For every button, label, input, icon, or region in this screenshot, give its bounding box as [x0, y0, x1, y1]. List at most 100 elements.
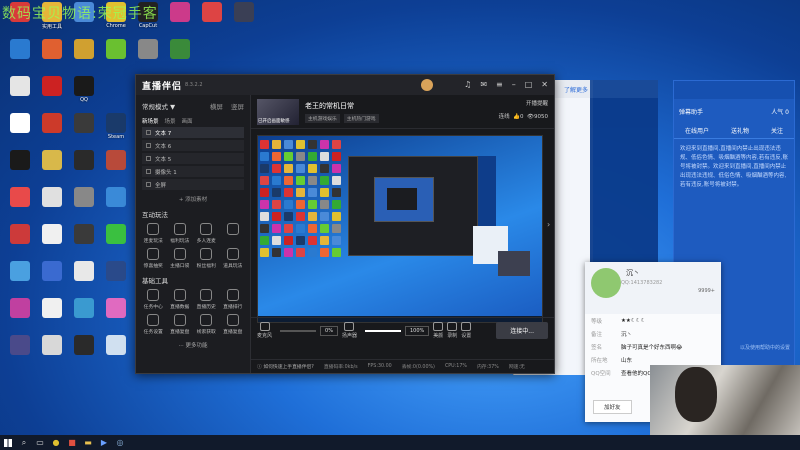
- speaker-control[interactable]: 扬声器: [342, 322, 357, 339]
- chrome-icon[interactable]: ●: [48, 435, 64, 450]
- source-checkbox[interactable]: [146, 156, 151, 161]
- start-button[interactable]: [0, 435, 16, 450]
- source-checkbox[interactable]: [146, 169, 151, 174]
- desktop-icon[interactable]: [36, 113, 68, 134]
- desktop-icon[interactable]: [36, 187, 68, 208]
- settings-button[interactable]: 设置: [461, 322, 471, 339]
- desktop-icon[interactable]: [132, 39, 164, 60]
- source-item[interactable]: 文本 5: [142, 153, 244, 164]
- tool-button[interactable]: [220, 223, 247, 244]
- tool-button[interactable]: 粉丝福利: [193, 248, 220, 269]
- desktop-icon[interactable]: [4, 76, 36, 97]
- desktop-icon[interactable]: [36, 76, 68, 97]
- tool-button[interactable]: 直播历史: [193, 289, 220, 310]
- desktop-icon[interactable]: [100, 335, 132, 356]
- tool-button[interactable]: 直播排行: [220, 289, 247, 310]
- stream-title[interactable]: 老王的常机日常: [305, 101, 379, 111]
- desktop-icon[interactable]: [100, 187, 132, 208]
- desktop-icon[interactable]: [36, 261, 68, 282]
- mail-icon[interactable]: ✉: [480, 80, 487, 89]
- desktop-icon[interactable]: [4, 39, 36, 60]
- search-icon[interactable]: ⌕: [16, 435, 32, 450]
- desktop-icon[interactable]: [36, 335, 68, 356]
- tool-button[interactable]: 道具玩法: [220, 248, 247, 269]
- source-checkbox[interactable]: [146, 130, 151, 135]
- mic-volume-value[interactable]: 0%: [320, 325, 338, 336]
- desktop-icon[interactable]: Steam: [100, 113, 132, 140]
- co-stream-label[interactable]: 连线: [499, 114, 510, 120]
- chevron-right-icon[interactable]: ›: [547, 220, 550, 229]
- desktop-icon[interactable]: [36, 224, 68, 245]
- tool-button[interactable]: 线索获取: [193, 314, 220, 335]
- desktop-icon[interactable]: [68, 224, 100, 245]
- desktop-icon[interactable]: [228, 2, 260, 23]
- user-avatar[interactable]: [421, 79, 433, 91]
- stream-preview[interactable]: [257, 135, 543, 323]
- desktop-icon[interactable]: [164, 2, 196, 23]
- tool-button[interactable]: 连麦玩法: [140, 223, 167, 244]
- mic-volume-slider[interactable]: [280, 329, 317, 332]
- desktop-icon[interactable]: [4, 261, 36, 282]
- stream-cover[interactable]: 已开启画面敏感: [257, 98, 299, 125]
- desktop-icon[interactable]: [100, 298, 132, 319]
- close-icon[interactable]: ✕: [541, 80, 548, 89]
- add-friend-button[interactable]: 加好友: [593, 400, 632, 414]
- desktop-icon[interactable]: QQ: [68, 76, 100, 103]
- desktop-icon[interactable]: [100, 150, 132, 171]
- desktop-icon[interactable]: [4, 113, 36, 134]
- tool-button[interactable]: 福利玩法: [167, 223, 194, 244]
- live-companion-icon[interactable]: ▶: [96, 435, 112, 450]
- live-companion-window[interactable]: 直播伴侣 8.3.2.2 ♫ ✉ ≡ – □ ✕ 常规模式 ▼ 横屏 竖屏 新场…: [135, 74, 555, 374]
- desktop-icon[interactable]: [4, 335, 36, 356]
- stream-tag[interactable]: 主机热门游戏: [343, 113, 379, 123]
- steam-icon[interactable]: ◎: [112, 435, 128, 450]
- portrait-toggle[interactable]: 竖屏: [231, 103, 244, 111]
- source-item[interactable]: 摄像头 1: [142, 166, 244, 177]
- desktop-icon[interactable]: [4, 150, 36, 171]
- minimize-icon[interactable]: –: [512, 80, 516, 89]
- desktop-icon[interactable]: [36, 39, 68, 60]
- speaker-volume-value[interactable]: 100%: [404, 325, 430, 336]
- landscape-toggle[interactable]: 横屏: [210, 103, 223, 111]
- desktop-icon[interactable]: [68, 335, 100, 356]
- desktop-icon[interactable]: [100, 261, 132, 282]
- live-reminder[interactable]: 开播提醒: [499, 99, 548, 107]
- tool-button[interactable]: 多人连麦: [193, 223, 220, 244]
- tab-online-users[interactable]: 在线用户: [685, 126, 709, 135]
- beauty-button[interactable]: 美颜: [433, 322, 443, 339]
- source-item[interactable]: 全屏: [142, 179, 244, 190]
- desktop-icon[interactable]: [36, 298, 68, 319]
- desktop-icon[interactable]: [4, 187, 36, 208]
- tab-gifts[interactable]: 送礼物: [731, 126, 749, 135]
- tool-button[interactable]: 惊喜抽奖: [140, 248, 167, 269]
- tab-new-scene[interactable]: 新场景: [142, 117, 159, 125]
- tool-button[interactable]: 直播复盘: [167, 314, 194, 335]
- source-checkbox[interactable]: [146, 143, 151, 148]
- source-item[interactable]: 文本 6: [142, 140, 244, 151]
- desktop-icon[interactable]: [100, 224, 132, 245]
- tool-button[interactable]: 直播数据: [167, 289, 194, 310]
- desktop-icon[interactable]: [68, 150, 100, 171]
- source-checkbox[interactable]: [146, 182, 151, 187]
- desktop-icon[interactable]: [68, 298, 100, 319]
- tool-button[interactable]: 直播复盘: [220, 314, 247, 335]
- folder-icon[interactable]: ▬: [80, 435, 96, 450]
- desktop-icon[interactable]: [196, 2, 228, 23]
- more-features-button[interactable]: ··· 更多功能: [136, 341, 250, 349]
- desktop-icon[interactable]: [68, 113, 100, 134]
- tab-picture[interactable]: 画面: [182, 117, 193, 125]
- speaker-volume-slider[interactable]: [364, 329, 401, 332]
- tool-button[interactable]: 任务中心: [140, 289, 167, 310]
- headset-icon[interactable]: ♫: [464, 80, 471, 89]
- start-live-button[interactable]: 连接中...: [496, 322, 548, 339]
- tab-scene[interactable]: 场景: [165, 117, 176, 125]
- tool-button[interactable]: 任务设置: [140, 314, 167, 335]
- add-source-button[interactable]: + 添加素材: [136, 195, 250, 203]
- scene-mode-dropdown[interactable]: 常规模式 ▼: [142, 101, 175, 111]
- tab-follows[interactable]: 关注: [771, 126, 783, 135]
- desktop-icon[interactable]: [68, 39, 100, 60]
- menu-icon[interactable]: ≡: [496, 80, 503, 89]
- desktop-icon[interactable]: [164, 39, 196, 60]
- help-link[interactable]: ⓘ 如何快速上手直播伴侣?: [257, 363, 314, 370]
- tool-button[interactable]: 主播口袋: [167, 248, 194, 269]
